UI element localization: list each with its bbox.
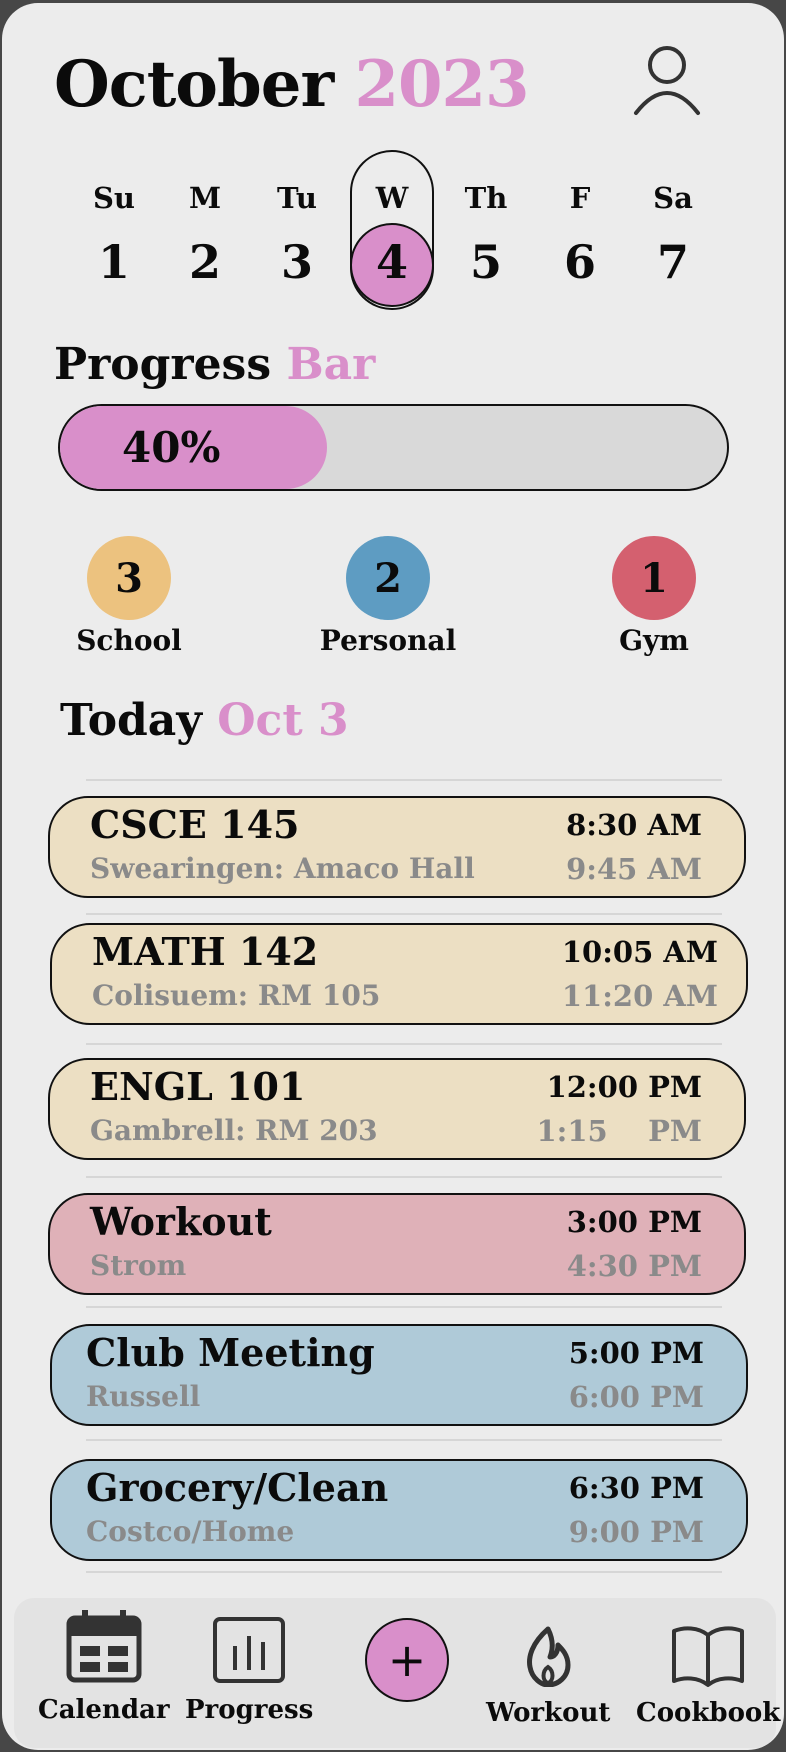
event-start-time: 3:00 PM: [566, 1205, 702, 1239]
tab-progress[interactable]: Progress: [185, 1616, 313, 1725]
event-location: Costco/Home: [86, 1515, 295, 1548]
event-card[interactable]: MATH 142 Colisuem: RM 105 10:05 AM 11:20…: [50, 923, 748, 1025]
app-screen: October 2023 Su M Tu W Th F Sa 1 2 3 4 5…: [2, 3, 784, 1750]
tab-cookbook-label: Cookbook: [636, 1698, 781, 1728]
weekday-label: Tu: [276, 181, 317, 215]
progress-heading-text: Progress: [54, 339, 272, 390]
day-number[interactable]: 7: [638, 235, 708, 289]
progress-heading-accent: Bar: [286, 339, 376, 390]
event-location: Gambrell: RM 203: [90, 1114, 378, 1147]
category-count-badge: 2: [346, 536, 430, 620]
divider: [86, 1043, 722, 1045]
event-end-time: 6:00 PM: [568, 1380, 704, 1414]
event-card[interactable]: CSCE 145 Swearingen: Amaco Hall 8:30 AM …: [48, 796, 746, 898]
tab-progress-label: Progress: [185, 1695, 314, 1725]
category-personal[interactable]: 2 Personal: [318, 536, 458, 657]
category-gym[interactable]: 1 Gym: [584, 536, 724, 657]
category-count-badge: 3: [87, 536, 171, 620]
tab-cookbook[interactable]: Cookbook: [636, 1623, 780, 1728]
event-location: Russell: [86, 1380, 201, 1413]
day-number-selected[interactable]: 4: [357, 235, 427, 289]
event-title: Club Meeting: [86, 1330, 375, 1375]
divider: [86, 779, 722, 781]
tab-calendar-label: Calendar: [38, 1695, 170, 1725]
event-end-time: 1:15 PM: [536, 1114, 702, 1148]
day-number[interactable]: 1: [79, 235, 149, 289]
today-heading-text: Today: [60, 695, 202, 746]
event-title: Workout: [90, 1199, 272, 1244]
bar-chart-icon: [213, 1617, 286, 1683]
divider: [86, 1306, 722, 1308]
event-end-time: 4:30 PM: [566, 1249, 702, 1283]
event-location: Strom: [90, 1249, 187, 1282]
weekday-label: Th: [464, 181, 508, 215]
year-label: 2023: [354, 47, 529, 122]
tab-workout[interactable]: Workout: [486, 1625, 610, 1728]
event-start-time: 6:30 PM: [568, 1471, 704, 1505]
day-number[interactable]: 3: [262, 235, 332, 289]
weekday-label: M: [188, 181, 222, 215]
divider: [86, 1439, 722, 1441]
event-card[interactable]: Club Meeting Russell 5:00 PM 6:00 PM: [50, 1324, 748, 1426]
calendar-icon: [66, 1610, 142, 1683]
category-label: Personal: [319, 624, 457, 657]
weekday-label: Sa: [653, 181, 693, 215]
category-school[interactable]: 3 School: [59, 536, 199, 657]
event-title: CSCE 145: [90, 802, 300, 847]
today-heading: Today Oct 3: [60, 695, 349, 746]
user-icon[interactable]: [632, 43, 702, 117]
event-start-time: 8:30 AM: [566, 808, 702, 842]
month-title: October 2023: [54, 47, 530, 122]
event-title: MATH 142: [92, 929, 319, 974]
day-number[interactable]: 6: [545, 235, 615, 289]
weekday-label: F: [569, 181, 591, 215]
plus-icon: +: [387, 1633, 427, 1687]
event-title: ENGL 101: [90, 1064, 306, 1109]
tab-calendar[interactable]: Calendar: [38, 1608, 170, 1725]
event-location: Swearingen: Amaco Hall: [90, 852, 475, 885]
event-card[interactable]: Workout Strom 3:00 PM 4:30 PM: [48, 1193, 746, 1295]
tab-workout-label: Workout: [486, 1698, 611, 1728]
event-card[interactable]: Grocery/Clean Costco/Home 6:30 PM 9:00 P…: [50, 1459, 748, 1561]
book-icon: [672, 1626, 745, 1687]
event-start-time: 10:05 AM: [561, 935, 718, 969]
today-date: Oct 3: [217, 695, 349, 746]
event-start-time: 5:00 PM: [568, 1336, 704, 1370]
month-label: October: [54, 47, 334, 122]
divider: [86, 913, 722, 915]
event-card[interactable]: ENGL 101 Gambrell: RM 203 12:00 PM 1:15 …: [48, 1058, 746, 1160]
add-event-button[interactable]: +: [365, 1618, 449, 1702]
divider: [86, 1176, 722, 1178]
day-number[interactable]: 5: [451, 235, 521, 289]
event-end-time: 9:45 AM: [566, 852, 702, 886]
event-end-time: 11:20 AM: [561, 979, 718, 1013]
event-title: Grocery/Clean: [86, 1465, 389, 1510]
weekday-label: Su: [92, 181, 136, 215]
weekday-label: W: [375, 181, 409, 215]
category-label: Gym: [619, 624, 689, 657]
divider: [86, 1571, 722, 1573]
progress-percent: 40%: [122, 423, 221, 472]
progress-heading: Progress Bar: [54, 339, 375, 390]
event-end-time: 9:00 PM: [568, 1515, 704, 1549]
day-number[interactable]: 2: [170, 235, 240, 289]
event-start-time: 12:00 PM: [546, 1070, 702, 1104]
category-label: School: [76, 624, 182, 657]
event-location: Colisuem: RM 105: [92, 979, 381, 1012]
category-count-badge: 1: [612, 536, 696, 620]
flame-icon: [527, 1626, 571, 1688]
